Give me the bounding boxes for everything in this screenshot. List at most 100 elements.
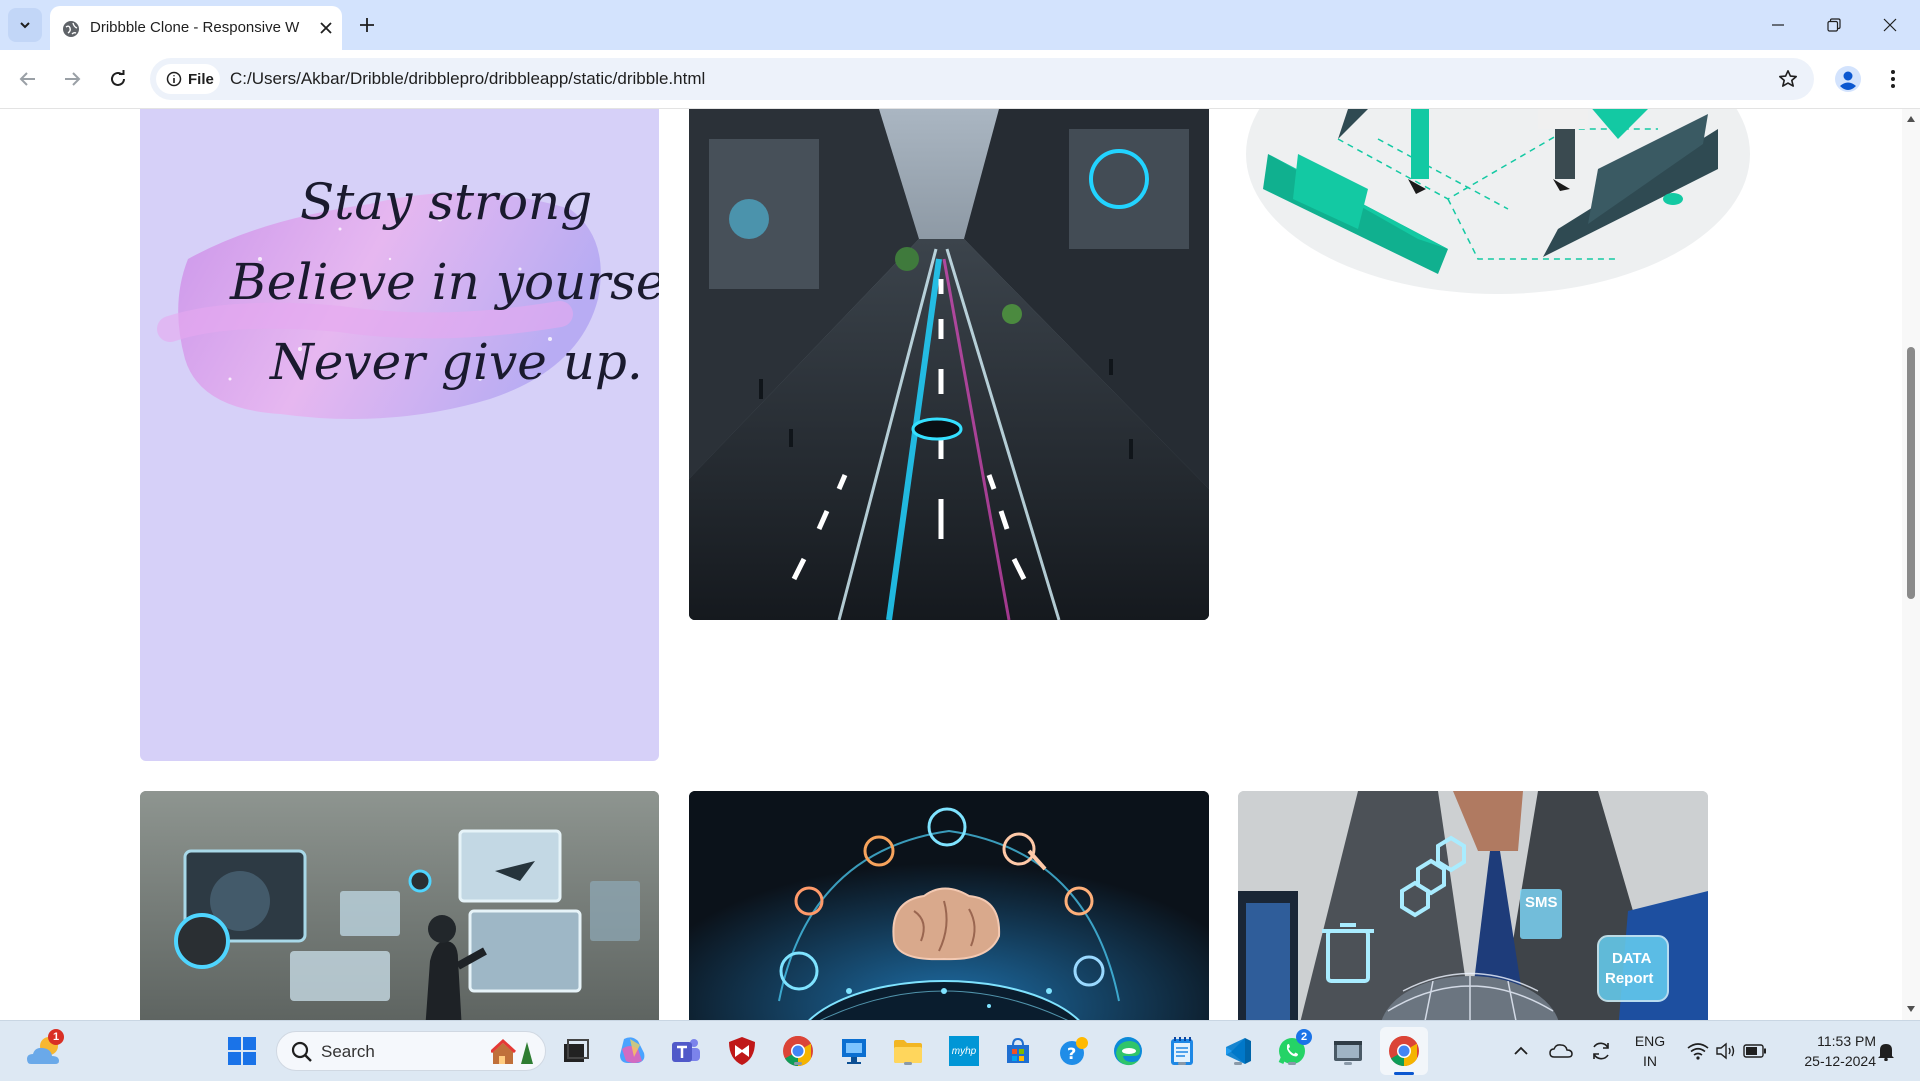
scroll-up-arrow-icon[interactable] <box>1907 116 1915 122</box>
network-artwork <box>1246 109 1750 294</box>
browser-toolbar: File C:/Users/Akbar/Dribble/dribblepro/d… <box>0 50 1920 109</box>
taskbar-search-box[interactable]: Search <box>276 1031 546 1071</box>
data-label: DATA <box>1612 950 1652 967</box>
shot-card-futuristic-city[interactable] <box>689 109 1209 620</box>
battery-icon <box>1743 1044 1766 1058</box>
svg-text:?: ? <box>1067 1044 1076 1063</box>
shield-icon <box>729 1037 755 1065</box>
tab-title: Dribbble Clone - Responsive W <box>90 19 300 36</box>
active-indicator <box>1394 1072 1414 1075</box>
running-indicator <box>1344 1062 1352 1065</box>
help-icon: ? <box>1060 1037 1088 1065</box>
teams-button[interactable] <box>668 1033 704 1069</box>
forward-button[interactable] <box>54 61 90 97</box>
scroll-down-arrow-icon[interactable] <box>1907 1006 1915 1012</box>
edge-icon <box>1114 1037 1142 1066</box>
taskview-button[interactable] <box>558 1033 594 1069</box>
language-line-1: ENG <box>1634 1033 1666 1049</box>
myhp-button[interactable]: myhp <box>946 1033 982 1069</box>
profile-button[interactable] <box>1832 63 1864 95</box>
app-window-icon <box>1334 1041 1362 1061</box>
weather-widget[interactable]: 1 <box>22 1029 66 1073</box>
notepad-button[interactable] <box>1164 1033 1200 1069</box>
app-window-button[interactable] <box>1330 1033 1366 1069</box>
whatsapp-button[interactable]: 2 <box>1274 1029 1312 1069</box>
city-artwork <box>689 109 1209 620</box>
running-indicator <box>904 1062 912 1065</box>
quote-line-2: Believe in yourself <box>229 253 659 311</box>
more-vertical-icon <box>1891 70 1895 88</box>
tab-strip: Dribbble Clone - Responsive W <box>0 0 1920 50</box>
restore-button[interactable] <box>1806 0 1862 50</box>
task-view-icon <box>564 1039 589 1062</box>
plus-icon <box>360 18 374 32</box>
minimize-button[interactable] <box>1750 0 1806 50</box>
shot-card-ai-screens[interactable] <box>140 791 659 1020</box>
start-button[interactable] <box>224 1033 260 1069</box>
mcafee-button[interactable] <box>724 1033 760 1069</box>
tab-dribbble-clone[interactable]: Dribbble Clone - Responsive W <box>50 6 342 50</box>
site-info-chip[interactable]: File <box>156 64 220 94</box>
file-explorer-button[interactable] <box>890 1033 926 1069</box>
globe-icon <box>63 21 79 37</box>
chevron-down-icon <box>20 22 30 29</box>
shot-card-data-report[interactable]: SMS DATA Report <box>1238 791 1708 1020</box>
sms-label: SMS <box>1525 894 1558 911</box>
browser-menu-button[interactable] <box>1880 63 1906 95</box>
volume-button[interactable] <box>1712 1033 1740 1069</box>
arrow-right-icon <box>65 72 81 86</box>
chrome-active-button[interactable] <box>1380 1027 1428 1075</box>
reload-button[interactable] <box>100 61 136 97</box>
tab-search-button[interactable] <box>8 8 42 42</box>
copilot-button[interactable] <box>614 1033 650 1069</box>
quote-artwork: Stay strong Believe in yourself Never gi… <box>157 173 659 419</box>
teams-icon <box>672 1039 700 1062</box>
chrome-button[interactable] <box>780 1033 816 1069</box>
data-report-artwork: SMS DATA Report <box>1238 791 1708 1020</box>
reload-icon <box>111 70 125 86</box>
sync-button[interactable] <box>1586 1033 1616 1069</box>
get-help-button[interactable]: ? <box>1056 1033 1092 1069</box>
shot-card-quote[interactable]: Stay strong Believe in yourself Never gi… <box>140 109 659 761</box>
scrollbar-thumb[interactable] <box>1907 347 1915 599</box>
language-indicator[interactable]: ENG IN <box>1628 1031 1672 1071</box>
quote-line-1: Stay strong <box>300 173 592 231</box>
myhp-icon: myhp <box>949 1036 979 1066</box>
arrow-left-icon <box>19 72 35 86</box>
shot-card-ai-brain[interactable] <box>689 791 1209 1020</box>
wifi-button[interactable] <box>1684 1033 1712 1069</box>
new-tab-button[interactable] <box>352 10 382 40</box>
close-icon <box>1883 18 1897 32</box>
page-scrollbar[interactable] <box>1902 109 1920 1020</box>
show-hidden-icons-button[interactable] <box>1508 1033 1534 1069</box>
url-text: C:/Users/Akbar/Dribble/dribblepro/dribbl… <box>230 69 706 88</box>
windows-taskbar: 1 Search myhp ? 2 ENG IN 11:53 PM 25-12-… <box>0 1020 1920 1081</box>
weather-badge: 1 <box>48 1029 64 1045</box>
close-icon <box>320 22 332 34</box>
battery-button[interactable] <box>1740 1033 1770 1069</box>
running-indicator <box>794 1062 802 1065</box>
bookmark-button[interactable] <box>1776 67 1800 91</box>
microsoft-store-button[interactable] <box>1000 1033 1036 1069</box>
clock[interactable]: 11:53 PM 25-12-2024 <box>1782 1031 1876 1071</box>
edge-button[interactable] <box>1110 1033 1146 1069</box>
quote-line-3: Never give up. <box>269 333 643 391</box>
onedrive-button[interactable] <box>1546 1033 1576 1069</box>
back-button[interactable] <box>10 61 46 97</box>
search-label: Search <box>321 1042 375 1061</box>
ai-brain-artwork <box>689 791 1209 1020</box>
wifi-icon <box>1687 1043 1709 1060</box>
close-window-button[interactable] <box>1862 0 1918 50</box>
remote-desktop-button[interactable] <box>836 1033 872 1069</box>
vscode-button[interactable] <box>1220 1033 1256 1069</box>
whatsapp-badge: 2 <box>1296 1029 1312 1045</box>
tab-close-button[interactable] <box>314 16 338 40</box>
address-bar[interactable]: File C:/Users/Akbar/Dribble/dribblepro/d… <box>150 58 1814 100</box>
notifications-button[interactable] <box>1872 1033 1900 1069</box>
cloud-icon <box>1549 1044 1573 1058</box>
holiday-search-highlight-icon <box>491 1038 533 1064</box>
avatar-icon <box>1835 66 1861 92</box>
running-indicator <box>1178 1062 1186 1065</box>
ai-screens-artwork <box>140 791 659 1020</box>
shot-card-network[interactable] <box>1238 109 1758 299</box>
